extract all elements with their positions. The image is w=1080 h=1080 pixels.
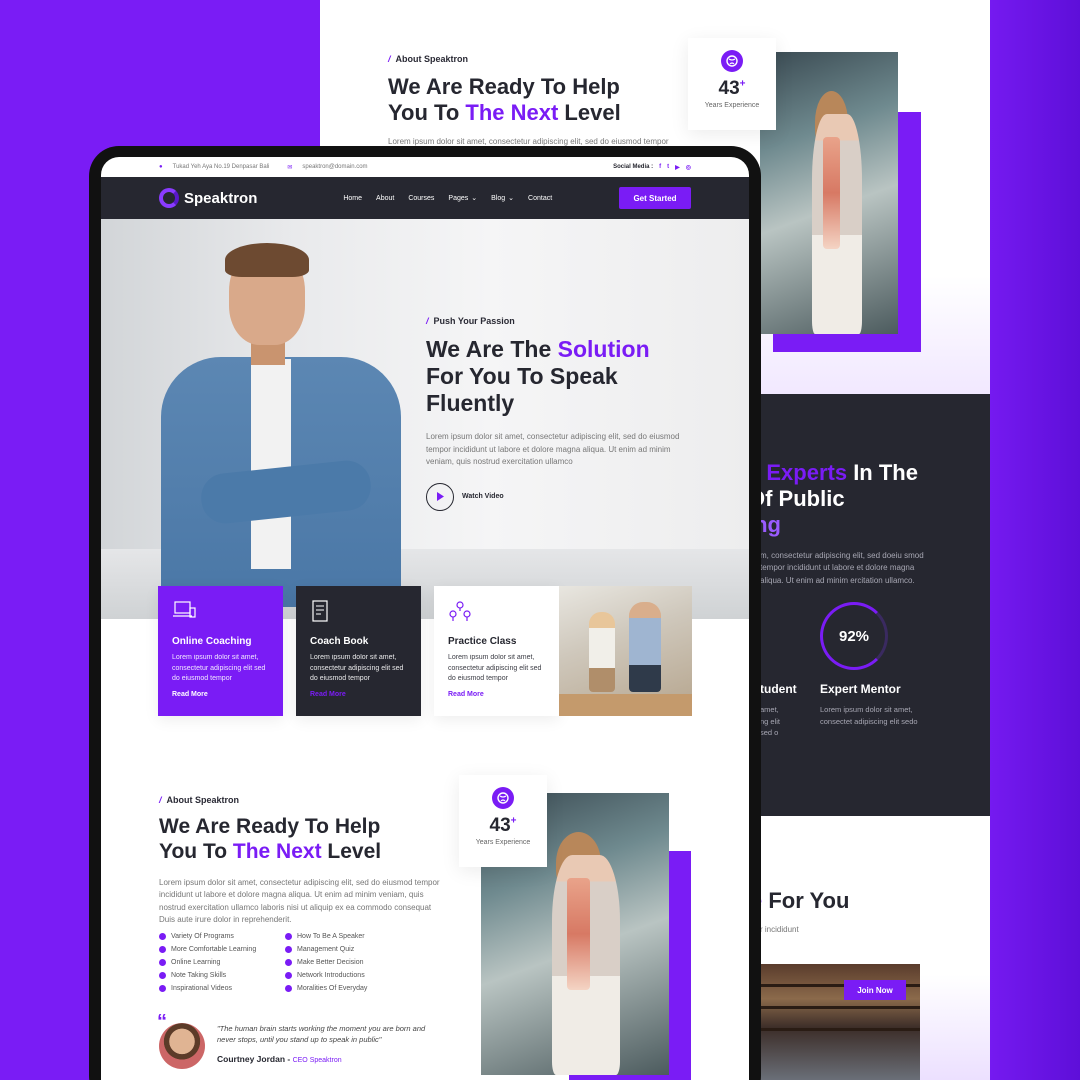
list-item: Note Taking Skills [159,972,285,979]
laptop-icon [172,600,269,624]
address-text: Tukad Yeh Aya No.19 Denpasar Bali [172,164,270,170]
back-about-tag: / About Speaktron [388,54,469,64]
experience-card: 43+ Years Experience [459,775,547,867]
hero-man-photo [161,243,401,607]
stat-ring: 92% [820,602,888,670]
back-stat-title: Expert Mentor [820,682,901,696]
play-icon [426,482,454,511]
team-icon [448,600,545,624]
testimonial: “ "The human brain starts working the mo… [157,1011,439,1069]
read-more-link[interactable]: Read More [448,691,545,698]
card-coach-book[interactable]: Coach Book Lorem ipsum dolor sit amet, c… [296,586,421,716]
nav-blog[interactable]: Blog ⌄ [491,194,515,203]
globe-icon [721,50,743,72]
back-experts-paragraph: m, consectetur adipiscing elit, sed doei… [760,551,924,585]
list-item: Network Introductions [285,972,411,979]
location-icon: ● [159,164,163,170]
nav-courses[interactable]: Courses [408,194,434,202]
list-item: Online Learning [159,959,285,966]
list-item: Variety Of Programs [159,933,285,940]
hero-paragraph: Lorem ipsum dolor sit amet, consectetur … [426,432,680,467]
about-tag: / About Speaktron [159,795,240,805]
back-about-title: We Are Ready To Help You To The Next Lev… [388,74,621,125]
list-item: Make Better Decision [285,959,411,966]
card-online-coaching[interactable]: Online Coaching Lorem ipsum dolor sit am… [158,586,283,716]
mail-icon: ✉ [287,164,293,171]
back-for-you-title: e For You [750,888,850,913]
card-practice-class[interactable]: Practice Class Lorem ipsum dolor sit ame… [434,586,559,716]
nav-home[interactable]: Home [343,194,362,202]
back-for-you-paragraph: r incididunt [760,925,799,934]
tablet-screen: ● Tukad Yeh Aya No.19 Denpasar Bali ✉ sp… [101,157,749,1080]
nav-menu: Home About Courses Pages ⌄ Blog ⌄ Contact [343,194,552,203]
chevron-down-icon: ⌄ [508,195,515,202]
twitter-icon[interactable]: t [667,164,669,170]
nav-pages[interactable]: Pages ⌄ [448,194,478,203]
back-stat-left-title: tudent [760,682,797,696]
office-photo [559,586,692,716]
hero-section: / Push Your Passion We Are The Solution F… [101,219,749,619]
about-bullets: Variety Of Programs How To Be A Speaker … [159,933,411,992]
back-experts-title: e Experts In The Of Public ing [748,460,918,537]
logo[interactable]: Speaktron [159,188,257,208]
instagram-icon[interactable]: ◎ [686,164,691,171]
read-more-link[interactable]: Read More [172,691,269,698]
list-item: Management Quiz [285,946,411,953]
top-info-bar: ● Tukad Yeh Aya No.19 Denpasar Bali ✉ sp… [101,157,749,177]
about-title: We Are Ready To Help You To The Next Lev… [159,815,382,863]
check-icon [159,959,166,966]
nav-contact[interactable]: Contact [528,194,552,202]
social-label: Social Media : [613,164,654,170]
logo-icon [159,188,179,208]
chevron-down-icon: ⌄ [471,195,478,202]
check-icon [285,946,292,953]
email-text: speaktron@domain.com [302,164,368,170]
back-experience-card: 43+ Years Experience [688,38,776,130]
list-item: More Comfortable Learning [159,946,285,953]
watch-video-button[interactable]: Watch Video [426,482,696,511]
list-item: Moralities Of Everyday [285,985,411,992]
hero-title: We Are The Solution For You To Speak Flu… [426,336,650,417]
check-icon [285,972,292,979]
join-now-button[interactable]: Join Now [844,980,906,1000]
avatar [159,1023,205,1069]
back-woman-photo [760,52,898,334]
about-paragraph: Lorem ipsum dolor sit amet, consectetur … [159,878,440,925]
about-section: / About Speaktron We Are Ready To Help Yo… [101,775,749,1080]
back-stat-desc: Lorem ipsum dolor sit amet, consectet ad… [820,705,918,726]
hero-content: / Push Your Passion We Are The Solution F… [426,316,696,511]
book-icon [310,600,407,624]
read-more-link[interactable]: Read More [310,691,407,698]
youtube-icon[interactable]: ▶ [675,164,680,171]
list-item: Inspirational Videos [159,985,285,992]
main-navbar: Speaktron Home About Courses Pages ⌄ Blog… [101,177,749,219]
quote-text: "The human brain starts working the mome… [217,1024,426,1045]
nav-about[interactable]: About [376,194,394,202]
check-icon [159,946,166,953]
list-item: How To Be A Speaker [285,933,411,940]
check-icon [159,985,166,992]
facebook-icon[interactable]: f [659,164,661,170]
check-icon [159,933,166,940]
hero-tag: / Push Your Passion [426,316,515,326]
check-icon [285,985,292,992]
check-icon [159,972,166,979]
check-icon [285,933,292,940]
globe-icon [492,787,514,809]
check-icon [285,959,292,966]
back-stat-left-desc: amet, ng elit sed o [760,705,781,738]
get-started-button[interactable]: Get Started [619,187,691,209]
quote-author: Courtney Jordan - CEO Speaktron [217,1053,342,1064]
feature-cards: Online Coaching Lorem ipsum dolor sit am… [158,586,692,716]
